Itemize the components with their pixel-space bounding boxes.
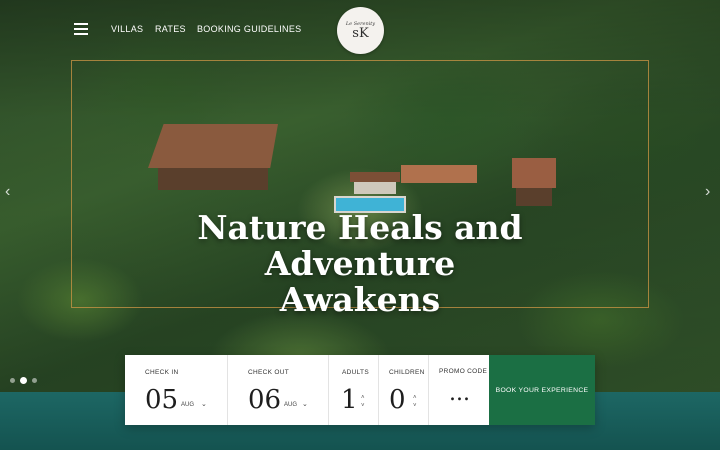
- logo[interactable]: Le Serenity sK: [337, 7, 384, 54]
- logo-mark: sK: [352, 25, 369, 41]
- headline-line-1: Nature Heals and: [197, 208, 523, 247]
- slider-dot[interactable]: [10, 378, 15, 383]
- slider-dots: [10, 377, 37, 384]
- nav-link-rates[interactable]: RATES: [155, 24, 186, 34]
- nav-link-booking-guidelines[interactable]: BOOKING GUIDELINES: [197, 24, 301, 34]
- chevron-left-icon[interactable]: ‹: [5, 183, 10, 201]
- chevron-down-icon[interactable]: ⌄: [201, 400, 207, 408]
- stepper-arrows-icon[interactable]: ˄ ˅: [361, 394, 365, 410]
- check-in-day: 05: [145, 385, 179, 415]
- check-in-label: CHECK IN: [145, 369, 179, 376]
- hamburger-icon[interactable]: [74, 23, 88, 35]
- chevron-right-icon[interactable]: ›: [705, 183, 710, 201]
- nav-link-villas[interactable]: VILLAS: [111, 24, 143, 34]
- headline-line-3: Awakens: [279, 280, 441, 319]
- slider-dot[interactable]: [32, 378, 37, 383]
- stepper-arrows-icon[interactable]: ˄ ˅: [413, 394, 417, 410]
- check-in-field[interactable]: CHECK IN 05 AUG ⌄: [125, 355, 228, 425]
- check-in-month: AUG: [181, 402, 195, 408]
- children-label: CHILDREN: [389, 369, 425, 376]
- hero-headline: Nature Heals and Adventure Awakens: [140, 210, 580, 318]
- check-out-field[interactable]: CHECK OUT 06 AUG ⌄: [228, 355, 329, 425]
- promo-code-value: ...: [449, 381, 470, 406]
- adults-field[interactable]: ADULTS 1 ˄ ˅: [329, 355, 379, 425]
- booking-widget: CHECK IN 05 AUG ⌄ CHECK OUT 06 AUG ⌄ ADU…: [125, 355, 595, 425]
- promo-code-label: PROMO CODE: [439, 368, 488, 375]
- chevron-down-icon[interactable]: ⌄: [302, 400, 308, 408]
- promo-code-field[interactable]: PROMO CODE ...: [429, 355, 489, 425]
- check-out-month: AUG: [284, 402, 298, 408]
- check-out-label: CHECK OUT: [248, 369, 289, 376]
- book-your-experience-button[interactable]: BOOK YOUR EXPERIENCE: [489, 355, 595, 425]
- check-out-day: 06: [248, 385, 282, 415]
- top-nav: VILLAS RATES BOOKING GUIDELINES Le Seren…: [0, 0, 720, 60]
- headline-line-2: Adventure: [264, 244, 456, 283]
- adults-label: ADULTS: [342, 369, 369, 376]
- children-value: 0: [389, 385, 406, 415]
- adults-value: 1: [341, 385, 358, 415]
- children-field[interactable]: CHILDREN 0 ˄ ˅: [379, 355, 429, 425]
- slider-dot-active[interactable]: [20, 377, 27, 384]
